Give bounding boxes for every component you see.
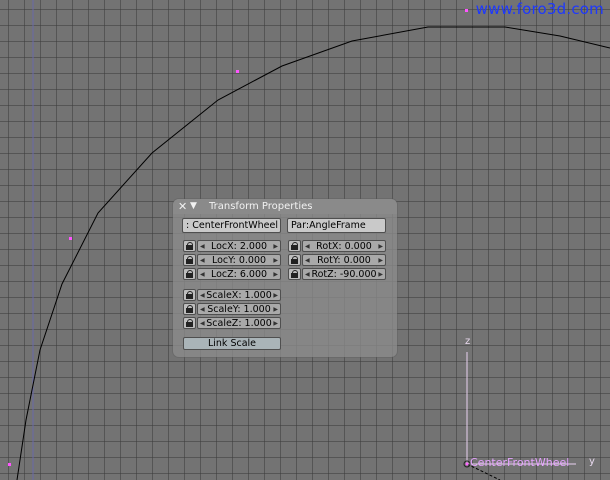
control-point bbox=[236, 70, 239, 73]
object-name-label: CenterFrontWheel bbox=[470, 456, 570, 469]
lock-rotx-icon[interactable] bbox=[288, 240, 301, 252]
lock-scalez-icon[interactable] bbox=[183, 317, 196, 329]
locy-value: LocY: 0.000 bbox=[211, 255, 267, 266]
lock-locz-icon[interactable] bbox=[183, 268, 196, 280]
scalex-field[interactable]: ◀ ScaleX: 1.000 ▶ bbox=[197, 289, 281, 301]
rotx-field[interactable]: ◀ RotX: 0.000 ▶ bbox=[302, 240, 386, 252]
locz-value: LocZ: 6.000 bbox=[210, 269, 268, 280]
close-icon[interactable]: ✕ bbox=[178, 199, 187, 214]
scalez-value: ScaleZ: 1.000 bbox=[206, 318, 272, 329]
lock-rotz-icon[interactable] bbox=[288, 268, 301, 280]
locx-field[interactable]: ◀ LocX: 2.000 ▶ bbox=[197, 240, 281, 252]
watermark-text: www.foro3d.com bbox=[475, 0, 604, 18]
lock-scalex-icon[interactable] bbox=[183, 289, 196, 301]
rotx-value: RotX: 0.000 bbox=[316, 241, 372, 252]
panel-title: Transform Properties bbox=[209, 201, 313, 212]
z-axis-label: z bbox=[465, 336, 471, 347]
lock-roty-icon[interactable] bbox=[288, 254, 301, 266]
locx-value: LocX: 2.000 bbox=[210, 241, 268, 252]
locz-field[interactable]: ◀ LocZ: 6.000 ▶ bbox=[197, 268, 281, 280]
collapse-triangle-icon[interactable]: ▼ bbox=[190, 199, 197, 214]
roty-value: RotY: 0.000 bbox=[317, 255, 371, 266]
rotz-field[interactable]: ◀ RotZ: -90.000 ▶ bbox=[302, 268, 386, 280]
lock-locx-icon[interactable] bbox=[183, 240, 196, 252]
scalex-value: ScaleX: 1.000 bbox=[206, 290, 272, 301]
panel-header[interactable]: ✕ ▼ Transform Properties bbox=[173, 199, 397, 214]
3d-viewport[interactable]: www.foro3d.com z y CenterFrontWheel ✕ ▼ … bbox=[0, 0, 610, 480]
control-point bbox=[69, 237, 72, 240]
locy-field[interactable]: ◀ LocY: 0.000 ▶ bbox=[197, 254, 281, 266]
control-point bbox=[8, 463, 11, 466]
rotz-value: RotZ: -90.000 bbox=[311, 269, 377, 280]
object-name-field[interactable]: : CenterFrontWheel bbox=[182, 218, 281, 233]
roty-field[interactable]: ◀ RotY: 0.000 ▶ bbox=[302, 254, 386, 266]
scalez-field[interactable]: ◀ ScaleZ: 1.000 ▶ bbox=[197, 317, 281, 329]
control-point bbox=[465, 9, 468, 12]
transform-properties-panel: ✕ ▼ Transform Properties : CenterFrontWh… bbox=[173, 199, 397, 357]
y-axis-label: y bbox=[589, 456, 595, 467]
lock-scaley-icon[interactable] bbox=[183, 303, 196, 315]
object-name-value: : CenterFrontWheel bbox=[186, 220, 278, 231]
parent-field[interactable]: Par:AngleFrame bbox=[287, 218, 386, 233]
link-scale-button[interactable]: Link Scale bbox=[183, 337, 281, 350]
scaley-value: ScaleY: 1.000 bbox=[207, 304, 271, 315]
parent-value: Par:AngleFrame bbox=[291, 220, 366, 231]
scaley-field[interactable]: ◀ ScaleY: 1.000 ▶ bbox=[197, 303, 281, 315]
lock-locy-icon[interactable] bbox=[183, 254, 196, 266]
